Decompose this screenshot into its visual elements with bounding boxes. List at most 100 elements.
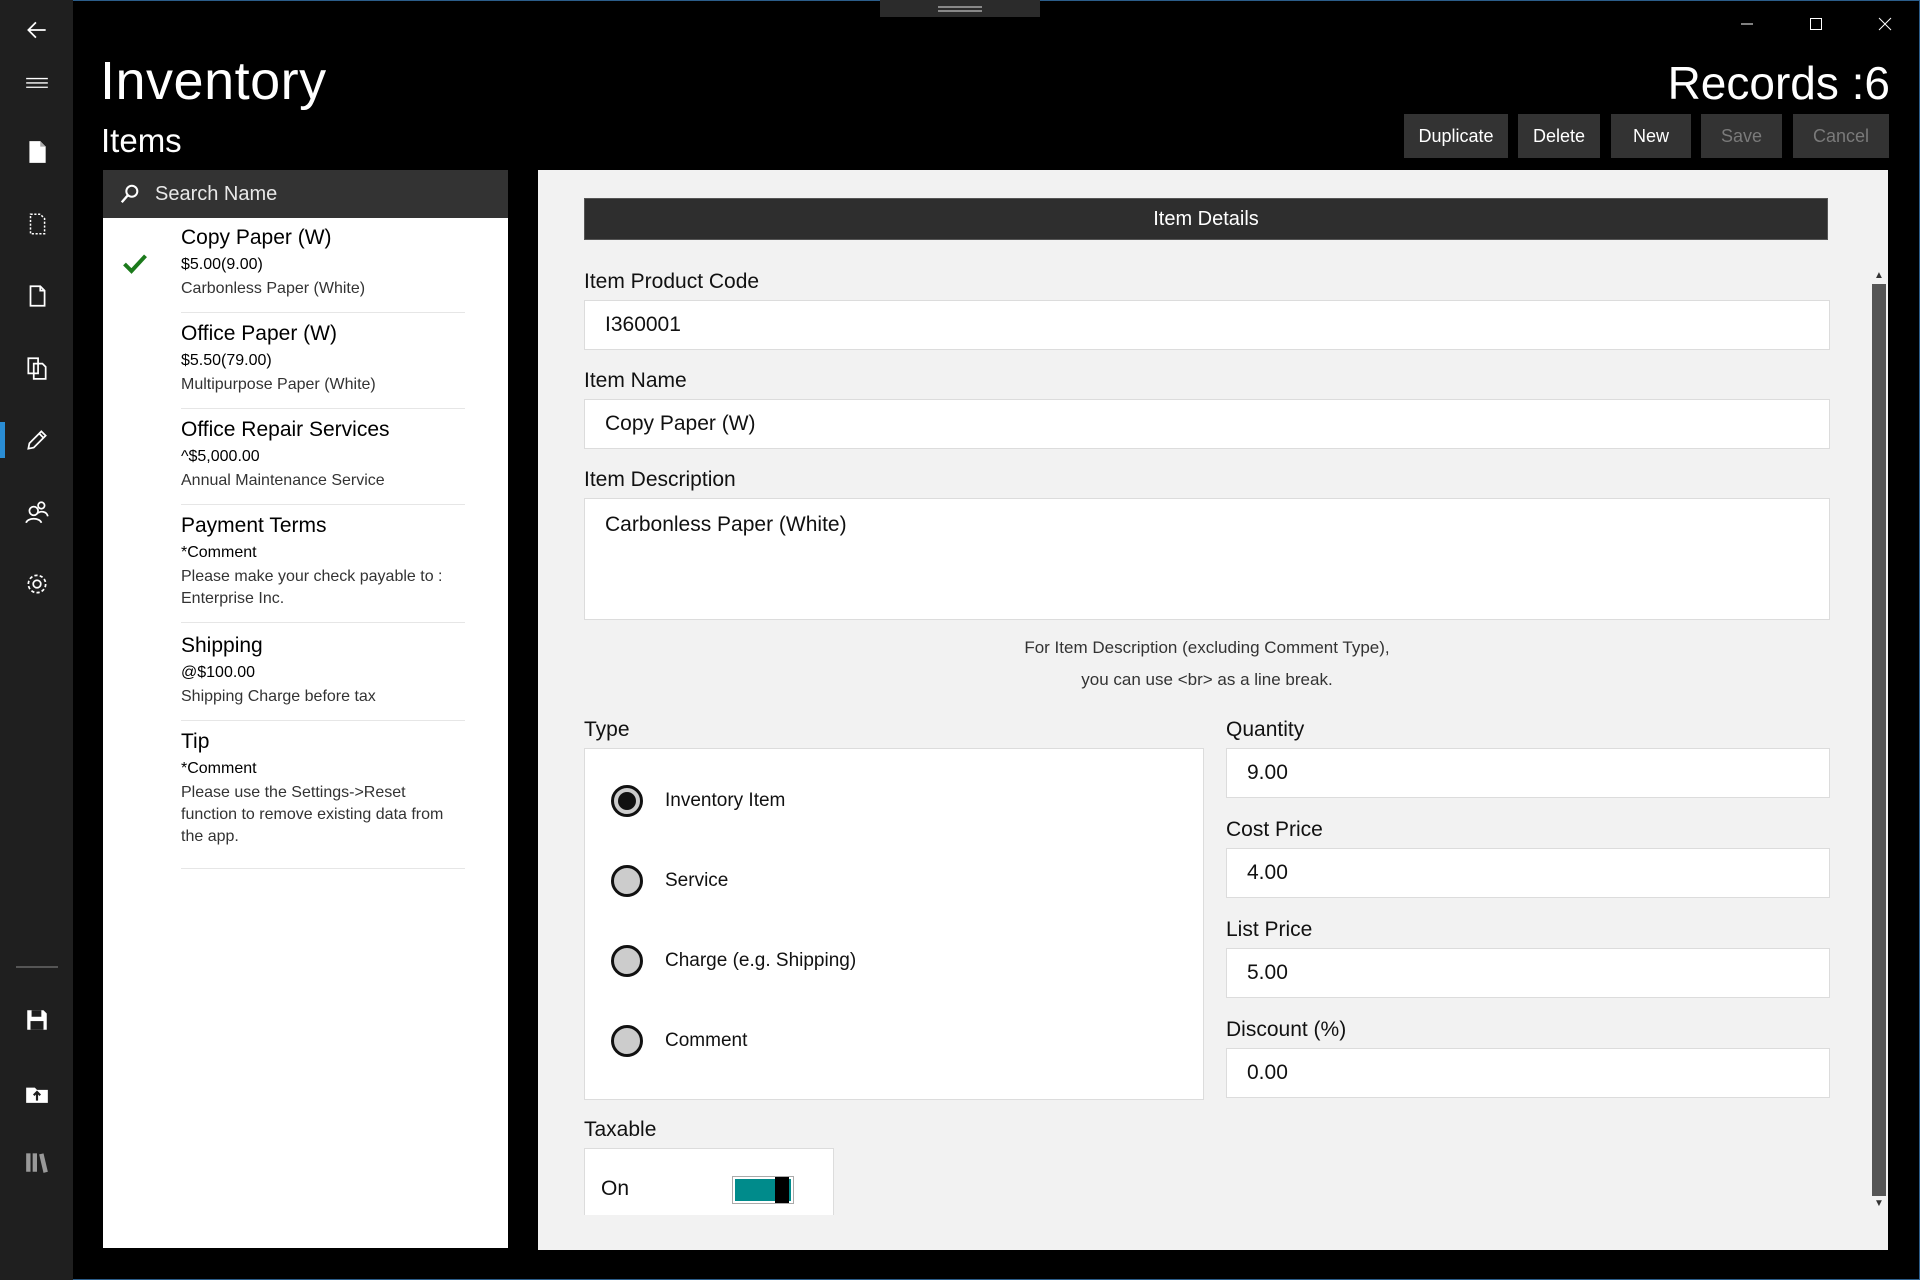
list-item[interactable]: Tip *Comment Please use the Settings->Re… bbox=[181, 730, 465, 869]
cost-price-label: Cost Price bbox=[1226, 818, 1323, 842]
list-item[interactable]: Copy Paper (W) $5.00(9.00) Carbonless Pa… bbox=[181, 226, 465, 313]
rail-item-settings[interactable] bbox=[0, 554, 73, 614]
description-hint-line1: For Item Description (excluding Comment … bbox=[584, 632, 1830, 664]
list-item[interactable]: Shipping @$100.00 Shipping Charge before… bbox=[181, 634, 465, 721]
duplicate-button[interactable]: Duplicate bbox=[1404, 114, 1508, 158]
quantity-field[interactable]: 9.00 bbox=[1226, 748, 1830, 798]
search-placeholder: Search Name bbox=[155, 183, 277, 206]
minimize-button[interactable] bbox=[1712, 0, 1781, 48]
quantity-label: Quantity bbox=[1226, 718, 1304, 742]
items-list-panel: Search Name Copy Paper (W) $5.00(9.00) C… bbox=[103, 170, 508, 1248]
list-price-label: List Price bbox=[1226, 918, 1312, 942]
item-name: Copy Paper (W) bbox=[181, 226, 465, 250]
item-name: Payment Terms bbox=[181, 514, 465, 538]
save-button[interactable]: Save bbox=[1701, 114, 1782, 158]
delete-button[interactable]: Delete bbox=[1518, 114, 1600, 158]
item-description: Please make your check payable to : Ente… bbox=[181, 566, 465, 610]
type-radio-group: Inventory Item Service Charge (e.g. Ship… bbox=[584, 748, 1204, 1100]
back-icon bbox=[24, 17, 50, 43]
scroll-down-icon[interactable]: ▼ bbox=[1872, 1196, 1886, 1212]
item-name-field[interactable]: Copy Paper (W) bbox=[584, 399, 1830, 449]
nav-rail bbox=[0, 0, 73, 1280]
maximize-icon bbox=[1808, 16, 1824, 32]
rail-item-invoice[interactable] bbox=[0, 122, 73, 182]
close-button[interactable] bbox=[1850, 0, 1919, 48]
rail-item-customers[interactable] bbox=[0, 482, 73, 542]
item-name: Office Paper (W) bbox=[181, 322, 465, 346]
cost-price-field[interactable]: 4.00 bbox=[1226, 848, 1830, 898]
item-price: $5.50(79.00) bbox=[181, 352, 465, 370]
rail-item-quote[interactable] bbox=[0, 194, 73, 254]
radio-charge[interactable]: Charge (e.g. Shipping) bbox=[611, 945, 856, 977]
page-subtitle: Items bbox=[101, 122, 182, 160]
edit-pencil-icon bbox=[24, 427, 50, 453]
radio-service[interactable]: Service bbox=[611, 865, 728, 897]
rail-item-templates[interactable] bbox=[0, 338, 73, 398]
radio-circle bbox=[611, 865, 643, 897]
back-button[interactable] bbox=[0, 0, 73, 60]
radio-inventory-item[interactable]: Inventory Item bbox=[611, 785, 785, 817]
list-item[interactable]: Office Repair Services ^$5,000.00 Annual… bbox=[181, 418, 465, 505]
rail-item-items[interactable] bbox=[0, 410, 73, 470]
radio-label: Service bbox=[665, 870, 728, 892]
rail-divider bbox=[16, 966, 58, 968]
list-item[interactable]: Payment Terms *Comment Please make your … bbox=[181, 514, 465, 623]
rail-item-library[interactable] bbox=[0, 1132, 73, 1192]
type-label: Type bbox=[584, 718, 630, 742]
checkmark-icon bbox=[121, 250, 149, 278]
radio-label: Inventory Item bbox=[665, 790, 785, 812]
toggle-thumb bbox=[775, 1177, 789, 1203]
details-scrollbar[interactable]: ▲ ▼ bbox=[1872, 268, 1886, 1212]
rail-item-upload[interactable] bbox=[0, 1062, 73, 1122]
radio-label: Charge (e.g. Shipping) bbox=[665, 950, 856, 972]
item-description: Carbonless Paper (White) bbox=[181, 278, 465, 300]
item-description-field[interactable]: Carbonless Paper (White) bbox=[584, 498, 1830, 620]
radio-comment[interactable]: Comment bbox=[611, 1025, 747, 1057]
item-description-label: Item Description bbox=[584, 468, 736, 492]
contacts-icon bbox=[24, 499, 50, 525]
minimize-icon bbox=[1739, 16, 1755, 32]
rail-item-save[interactable] bbox=[0, 990, 73, 1050]
taxable-toggle-container: On bbox=[584, 1148, 834, 1215]
cancel-button[interactable]: Cancel bbox=[1793, 114, 1889, 158]
copy-documents-icon bbox=[24, 355, 50, 381]
window-drag-handle[interactable] bbox=[880, 0, 1040, 17]
upload-icon bbox=[24, 1079, 50, 1105]
list-price-field[interactable]: 5.00 bbox=[1226, 948, 1830, 998]
item-description: Annual Maintenance Service bbox=[181, 470, 465, 492]
item-details-panel: Item Details Item Product Code I360001 I… bbox=[538, 170, 1888, 1250]
item-description: Please use the Settings->Reset function … bbox=[181, 782, 465, 848]
discount-label: Discount (%) bbox=[1226, 1018, 1346, 1042]
taxable-toggle[interactable] bbox=[733, 1177, 793, 1203]
taxable-label: Taxable bbox=[584, 1118, 656, 1142]
details-header: Item Details bbox=[584, 198, 1828, 240]
toggle-state-label: On bbox=[601, 1177, 629, 1201]
library-icon bbox=[24, 1149, 50, 1175]
item-price: $5.00(9.00) bbox=[181, 256, 465, 274]
radio-circle bbox=[611, 1025, 643, 1057]
document-icon bbox=[24, 139, 50, 165]
save-icon bbox=[24, 1007, 50, 1033]
rail-item-receipt[interactable] bbox=[0, 266, 73, 326]
list-item[interactable]: Office Paper (W) $5.50(79.00) Multipurpo… bbox=[181, 322, 465, 409]
item-description: Shipping Charge before tax bbox=[181, 686, 465, 708]
item-price: @$100.00 bbox=[181, 664, 465, 682]
page-title: Inventory bbox=[100, 50, 327, 112]
product-code-label: Item Product Code bbox=[584, 270, 759, 294]
settings-gear-icon bbox=[24, 571, 50, 597]
discount-field[interactable]: 0.00 bbox=[1226, 1048, 1830, 1098]
item-price: *Comment bbox=[181, 760, 465, 778]
item-name: Office Repair Services bbox=[181, 418, 465, 442]
document-outline-icon bbox=[24, 211, 50, 237]
hamburger-menu-icon bbox=[24, 71, 50, 97]
search-box[interactable]: Search Name bbox=[103, 170, 508, 218]
item-price: ^$5,000.00 bbox=[181, 448, 465, 466]
radio-circle bbox=[611, 785, 643, 817]
product-code-field[interactable]: I360001 bbox=[584, 300, 1830, 350]
maximize-button[interactable] bbox=[1781, 0, 1850, 48]
radio-circle bbox=[611, 945, 643, 977]
new-button[interactable]: New bbox=[1611, 114, 1691, 158]
hamburger-menu-button[interactable] bbox=[0, 54, 73, 114]
item-name: Shipping bbox=[181, 634, 465, 658]
scroll-up-icon[interactable]: ▲ bbox=[1872, 268, 1886, 284]
